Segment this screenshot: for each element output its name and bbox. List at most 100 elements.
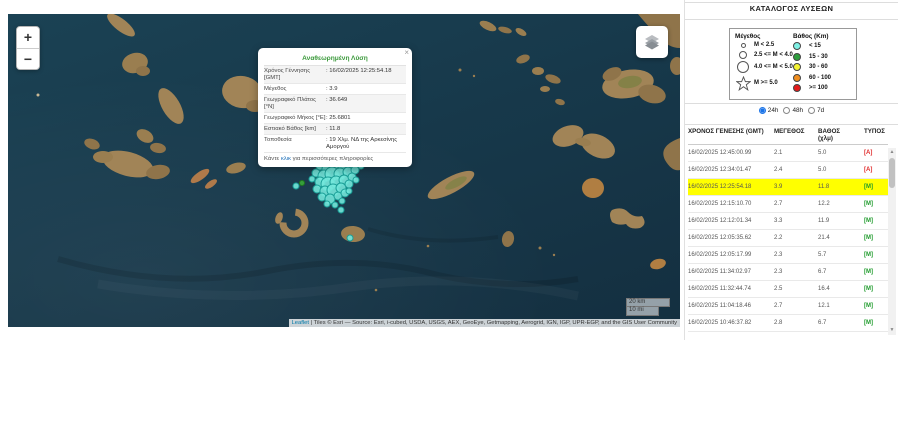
divider xyxy=(685,2,898,3)
table-row[interactable]: 16/02/2025 12:05:17.99 2.3 5.7 [M] xyxy=(688,247,888,264)
leaflet-link[interactable]: Leaflet xyxy=(292,320,309,326)
table-row[interactable]: 16/02/2025 11:34:02.97 2.3 6.7 [M] xyxy=(688,264,888,281)
earthquake-marker[interactable] xyxy=(338,207,344,213)
earthquake-marker[interactable] xyxy=(293,183,299,189)
earthquake-marker[interactable] xyxy=(332,202,338,208)
popup-row: Τοποθεσία 19 Χλμ. ΝΔ της Αρκεσίνης Αμοργ… xyxy=(264,135,406,153)
header-time: ΧΡΟΝΟΣ ΓΕΝΕΣΗΣ (GMT) xyxy=(688,128,774,142)
popup-close-icon[interactable]: × xyxy=(404,49,409,57)
time-filter-label: 7d xyxy=(817,107,824,114)
scale-mi: 10 mi xyxy=(626,307,659,316)
cell-depth: 5.7 xyxy=(818,252,864,258)
legend-label: 30 - 60 xyxy=(809,64,828,70)
cell-time: 16/02/2025 12:05:35.62 xyxy=(688,235,774,241)
depth-swatch xyxy=(793,84,801,92)
earthquake-marker[interactable] xyxy=(353,177,359,183)
time-filter-label: 48h xyxy=(792,107,803,114)
table-row[interactable]: 16/02/2025 11:32:44.74 2.5 16.4 [M] xyxy=(688,281,888,298)
earthquake-marker[interactable] xyxy=(339,198,345,204)
popup-title: Αναθεωρημένη Λύση xyxy=(264,53,406,66)
attribution-text: | Tiles © Esri — Source: Esri, i-cubed, … xyxy=(309,320,677,326)
time-filter-24h[interactable]: 24h xyxy=(759,107,779,114)
table-row[interactable]: 16/02/2025 10:46:37.82 2.8 6.7 [M] xyxy=(688,315,888,332)
cell-time: 16/02/2025 12:25:54.18 xyxy=(688,184,774,190)
table-row[interactable]: 16/02/2025 12:15:10.70 2.7 12.2 [M] xyxy=(688,196,888,213)
zoom-in-button[interactable]: + xyxy=(17,27,39,48)
earthquake-marker[interactable] xyxy=(347,235,353,241)
table-row[interactable]: 16/02/2025 11:04:18.46 2.7 12.1 [M] xyxy=(688,298,888,315)
cell-depth: 6.7 xyxy=(818,269,864,275)
cell-type: [M] xyxy=(864,286,888,292)
cell-time: 16/02/2025 12:15:10.70 xyxy=(688,201,774,207)
cell-type: [M] xyxy=(864,269,888,275)
magnitude-medium-circle-icon xyxy=(739,51,747,59)
table-row[interactable]: 16/02/2025 12:05:35.62 2.2 21.4 [M] xyxy=(688,230,888,247)
time-filter-label: 24h xyxy=(768,107,779,114)
map-attribution: Leaflet | Tiles © Esri — Source: Esri, i… xyxy=(289,319,680,327)
cell-magnitude: 2.2 xyxy=(774,235,818,241)
popup-row-label: Γεωγραφικό Μήκος [°E] xyxy=(264,115,326,122)
scroll-down-icon[interactable]: ▼ xyxy=(888,326,896,335)
legend-depth-title: Βάθος (Km) xyxy=(793,33,851,40)
scale-control: 20 km 10 mi xyxy=(626,298,670,316)
zoom-out-button[interactable]: − xyxy=(17,48,39,69)
time-filter-group: 24h 48h 7d xyxy=(685,107,898,114)
radio-icon[interactable] xyxy=(783,107,790,114)
cell-depth: 5.0 xyxy=(818,167,864,173)
table-scrollbar[interactable]: ▲ ▼ xyxy=(888,148,896,335)
depth-swatch xyxy=(793,74,801,82)
header-depth: ΒΑΘΟΣ (χλμ) xyxy=(818,128,864,142)
table-row[interactable]: 16/02/2025 12:25:54.18 3.9 11.8 [M] xyxy=(688,179,888,196)
scroll-up-icon[interactable]: ▲ xyxy=(888,148,896,157)
cell-depth: 11.8 xyxy=(818,184,864,190)
cell-time: 16/02/2025 12:34:01.47 xyxy=(688,167,774,173)
table-row[interactable]: 16/02/2025 12:45:00.99 2.1 5.0 [A] xyxy=(688,145,888,162)
cell-magnitude: 2.1 xyxy=(774,150,818,156)
cell-type: [A] xyxy=(864,167,888,173)
earthquake-marker[interactable] xyxy=(346,188,352,194)
scale-km: 20 km xyxy=(626,298,670,307)
solutions-panel: ΚΑΤΑΛΟΓΟΣ ΛΥΣΕΩΝ Μέγεθος M < 2.5 2.5 <= … xyxy=(684,0,898,340)
popup-row: Χρόνος Γέννησης [GMT] 16/02/2025 12:25:5… xyxy=(264,66,406,84)
radio-icon[interactable] xyxy=(759,107,766,114)
layers-control[interactable] xyxy=(636,26,668,58)
time-filter-7d[interactable]: 7d xyxy=(808,107,824,114)
cell-depth: 16.4 xyxy=(818,286,864,292)
cell-time: 16/02/2025 11:32:44.74 xyxy=(688,286,774,292)
cell-depth: 12.1 xyxy=(818,303,864,309)
earthquake-marker[interactable] xyxy=(300,181,305,186)
legend-label: M < 2.5 xyxy=(754,42,774,48)
popup-row-value: 25.6801 xyxy=(326,115,406,122)
earthquake-marker[interactable] xyxy=(309,176,315,182)
table-row[interactable]: 16/02/2025 12:12:01.34 3.3 11.9 [M] xyxy=(688,213,888,230)
cell-time: 16/02/2025 12:45:00.99 xyxy=(688,150,774,156)
cell-magnitude: 2.8 xyxy=(774,320,818,326)
popup-row-value: 19 Χλμ. ΝΔ της Αρκεσίνης Αμοργού xyxy=(326,137,406,151)
leaflet-map[interactable]: + − × Αναθεωρημένη Λύση Χρόνος Γέννησης … xyxy=(8,14,680,327)
earthquake-marker[interactable] xyxy=(345,180,353,188)
legend-label: 15 - 30 xyxy=(809,54,828,60)
legend-magnitude: Μέγεθος M < 2.5 2.5 <= M < 4.0 4.0 <= M … xyxy=(735,33,793,95)
divider xyxy=(685,19,898,20)
cell-magnitude: 2.7 xyxy=(774,303,818,309)
cell-time: 16/02/2025 10:46:37.82 xyxy=(688,320,774,326)
cell-magnitude: 2.7 xyxy=(774,201,818,207)
radio-icon[interactable] xyxy=(808,107,815,114)
earthquake-marker[interactable] xyxy=(324,201,330,207)
cell-time: 16/02/2025 12:12:01.34 xyxy=(688,218,774,224)
header-type: ΤΥΠΟΣ xyxy=(864,128,888,142)
cell-type: [M] xyxy=(864,252,888,258)
table-row[interactable]: 16/02/2025 12:34:01.47 2.4 5.0 [A] xyxy=(688,162,888,179)
time-filter-48h[interactable]: 48h xyxy=(783,107,803,114)
popup-row-label: Γεωγραφικό Πλάτος [°N] xyxy=(264,97,326,111)
earthquake-popup: × Αναθεωρημένη Λύση Χρόνος Γέννησης [GMT… xyxy=(258,48,412,167)
popup-row-label: Εστιακό Βάθος [km] xyxy=(264,126,326,133)
scrollbar-thumb[interactable] xyxy=(889,158,895,188)
legend-label: >= 100 xyxy=(809,85,828,91)
depth-swatch xyxy=(793,53,801,61)
zoom-control: + − xyxy=(16,26,40,70)
divider xyxy=(685,103,898,104)
depth-swatch xyxy=(793,42,801,50)
popup-more-info-link[interactable]: κλικ xyxy=(281,156,291,162)
cell-depth: 11.9 xyxy=(818,218,864,224)
